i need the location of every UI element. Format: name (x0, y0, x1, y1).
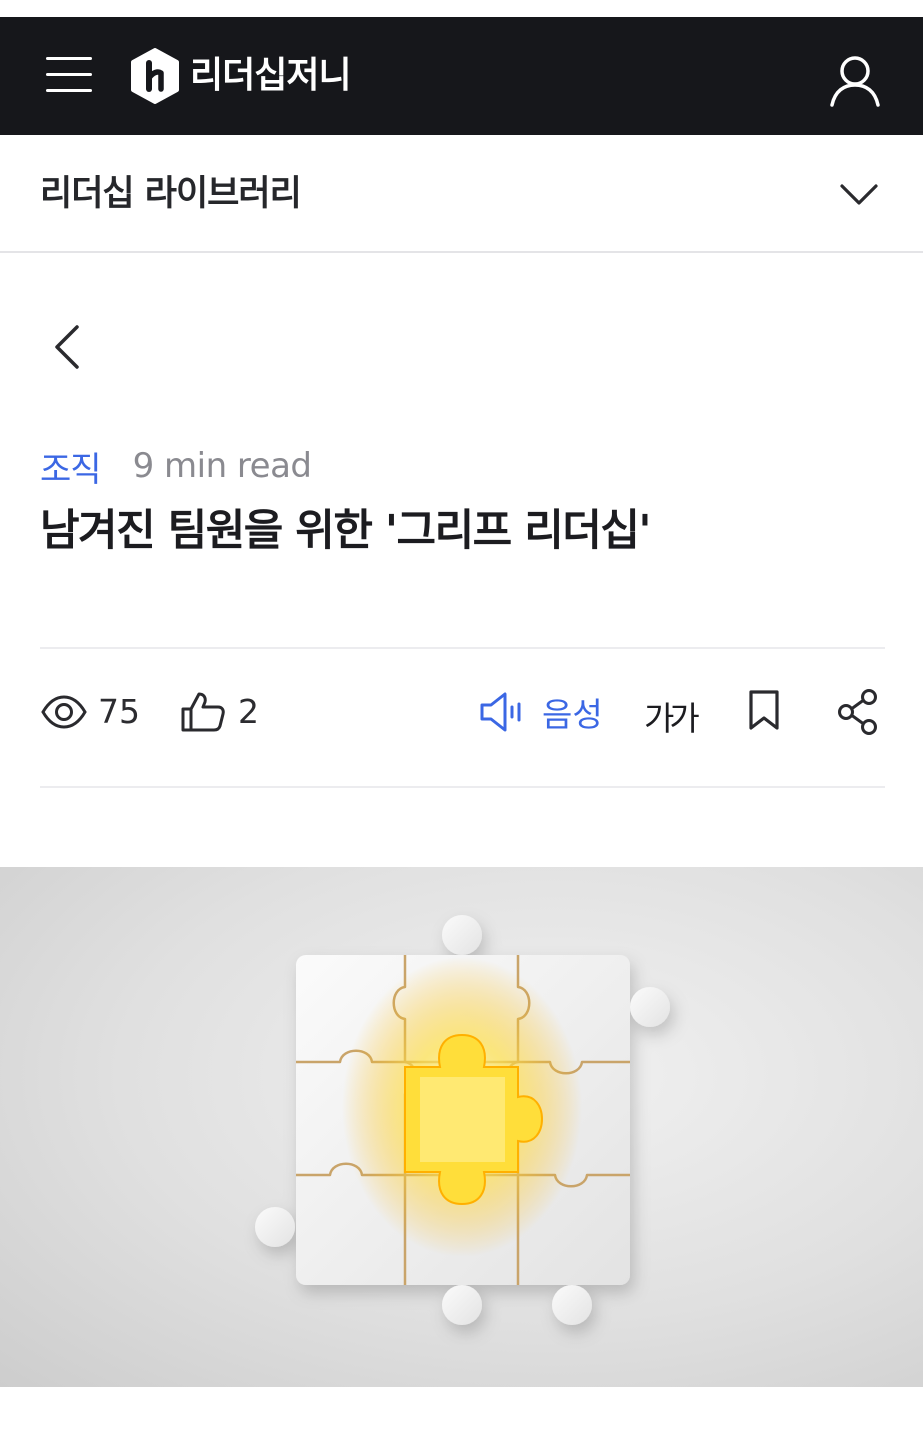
hamburger-menu-icon[interactable] (46, 57, 92, 93)
chevron-down-icon[interactable] (838, 178, 880, 212)
voice-label: 음성 (542, 695, 603, 734)
puzzle-illustration (255, 915, 670, 1325)
share-icon[interactable] (836, 688, 880, 736)
li-logo-icon[interactable] (127, 48, 183, 104)
article-action-bar: 75 2 음성 가가 (0, 688, 923, 748)
voice-button[interactable]: 음성 (478, 688, 603, 736)
article-category[interactable]: 조직 (40, 442, 102, 491)
divider-bottom (40, 786, 885, 788)
eye-icon (41, 694, 87, 729)
article-title: 남겨진 팀원을 위한 '그리프 리더십' (40, 506, 652, 556)
like-button[interactable]: 2 (180, 690, 259, 732)
font-size-label: 가가 (644, 699, 700, 738)
thumbs-up-icon (181, 692, 225, 732)
bookmark-icon[interactable] (746, 688, 782, 732)
read-time: 9 min read (132, 446, 312, 486)
user-icon[interactable] (828, 53, 882, 107)
article-meta: 조직 9 min read (40, 442, 312, 490)
speaker-icon (480, 692, 521, 732)
divider-top (40, 647, 885, 649)
top-navigation-bar: 리더십저니 (0, 17, 923, 135)
hero-image (0, 867, 923, 1387)
font-size-button[interactable]: 가가 (644, 692, 700, 740)
category-bar[interactable]: 리더십 라이브러리 (0, 135, 923, 253)
views-stat: 75 (40, 692, 140, 731)
logo-text[interactable]: 리더십저니 (190, 51, 352, 101)
category-title: 리더십 라이브러리 (40, 174, 302, 214)
views-count: 75 (98, 692, 140, 731)
likes-count: 2 (238, 691, 259, 731)
chevron-left-icon[interactable] (46, 320, 86, 376)
